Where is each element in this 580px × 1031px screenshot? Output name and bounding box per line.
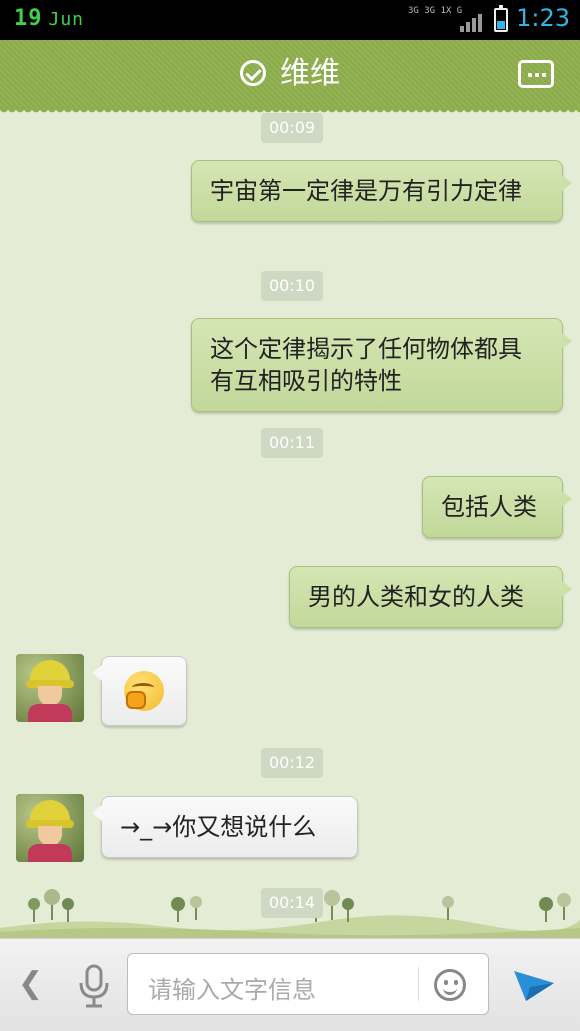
message-input-placeholder: 请输入文字信息 (148, 976, 316, 1004)
incoming-message-bubble[interactable]: →_→你又想说什么 (92, 796, 358, 858)
contact-avatar[interactable] (16, 654, 84, 722)
outgoing-message-bubble[interactable]: 男的人类和女的人类 (289, 566, 572, 628)
battery-icon (494, 5, 508, 32)
input-divider (418, 967, 419, 1001)
incoming-emoji-bubble[interactable] (92, 656, 187, 726)
status-month: Jun (48, 9, 85, 30)
shy-smile-emoji-icon (124, 671, 164, 711)
message-text: →_→你又想说什么 (120, 813, 317, 841)
status-bar: 19 Jun 3G 3G 1X G 1:23 (0, 0, 580, 40)
more-options-button[interactable] (518, 60, 554, 88)
timestamp: 00:11 (261, 428, 324, 458)
microphone-icon[interactable] (74, 963, 114, 1009)
timestamp: 00:14 (261, 888, 324, 918)
chat-title: 维维 (280, 56, 340, 91)
title-bar: 维维 (0, 40, 580, 114)
network-type-indicator: 3G 3G 1X G (408, 6, 463, 16)
timestamp: 00:10 (261, 271, 324, 301)
message-text: 男的人类和女的人类 (308, 583, 524, 611)
outgoing-message-bubble[interactable]: 这个定律揭示了任何物体都具有互相吸引的特性 (191, 318, 572, 412)
message-text: 宇宙第一定律是万有引力定律 (210, 177, 522, 205)
outgoing-message-bubble[interactable]: 宇宙第一定律是万有引力定律 (191, 160, 572, 222)
timestamp: 00:12 (261, 748, 324, 778)
input-bar: ❮ 请输入文字信息 (0, 938, 580, 1031)
smiley-icon[interactable] (434, 969, 466, 1001)
signal-strength-icon (460, 12, 484, 32)
check-circle-icon (240, 60, 266, 86)
timestamp: 00:09 (261, 113, 324, 143)
status-day: 19 (14, 6, 43, 31)
contact-avatar[interactable] (16, 794, 84, 862)
status-date: 19 Jun (14, 6, 84, 31)
message-text: 包括人类 (441, 493, 537, 521)
status-time: 1:23 (516, 4, 570, 32)
outgoing-message-bubble[interactable]: 包括人类 (422, 476, 572, 538)
chat-title-area: 维维 (0, 56, 580, 92)
send-icon[interactable] (510, 961, 558, 1009)
chevron-left-icon[interactable]: ❮ (18, 969, 43, 999)
message-text: 这个定律揭示了任何物体都具有互相吸引的特性 (210, 335, 522, 395)
